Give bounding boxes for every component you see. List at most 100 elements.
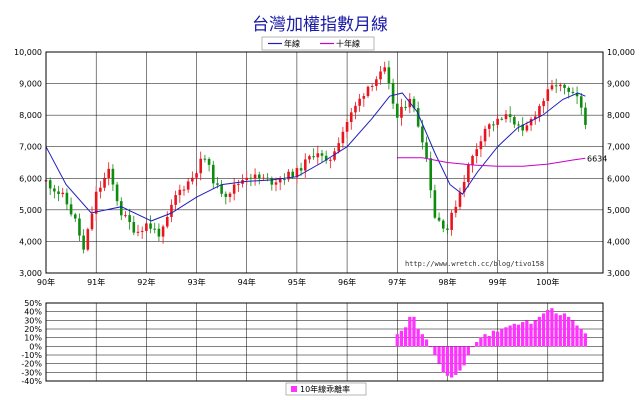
- deviation-bar: [454, 346, 458, 375]
- candle-body: [278, 179, 282, 183]
- candle-body: [207, 158, 211, 165]
- candle-body: [483, 128, 487, 142]
- y-tick-left: 4,000: [19, 237, 42, 246]
- candle-body: [546, 89, 550, 101]
- legend-label-annual: 年線: [284, 39, 300, 49]
- candle-body: [237, 183, 240, 185]
- deviation-bar: [412, 316, 416, 347]
- ten-year-line-series: [397, 157, 586, 167]
- deviation-bar: [571, 320, 575, 347]
- deviation-bar: [516, 324, 521, 347]
- candle-body: [186, 181, 190, 190]
- sub-legend: 10年線乖離率: [285, 382, 367, 396]
- candle-body: [149, 223, 152, 229]
- deviation-bar: [575, 325, 579, 347]
- y-tick-right: 3,000: [607, 269, 630, 278]
- candle-body: [211, 164, 215, 184]
- candle-body: [161, 226, 165, 237]
- candle-body: [337, 143, 341, 152]
- candle-body: [370, 85, 374, 87]
- sub-y-tick: 20%: [24, 325, 42, 334]
- x-tick-label: 98年: [438, 277, 456, 287]
- candle-body: [345, 121, 349, 132]
- deviation-bar: [441, 346, 445, 373]
- candle-body: [53, 188, 56, 192]
- candle-body: [90, 213, 94, 230]
- deviation-bar: [458, 346, 462, 371]
- deviation-bar: [449, 346, 454, 378]
- deviation-bar: [567, 316, 571, 347]
- candle-body: [61, 192, 65, 195]
- y-tick-right: 9,000: [607, 80, 630, 89]
- y-tick-right: 8,000: [607, 111, 630, 120]
- candle-body: [299, 168, 303, 171]
- y-tick-left: 5,000: [19, 206, 42, 215]
- candle-body: [57, 191, 60, 195]
- candle-body: [383, 67, 387, 72]
- sub-y-tick: 30%: [24, 316, 42, 325]
- candle-body: [563, 84, 566, 88]
- candle-body: [375, 79, 378, 86]
- candle-body: [132, 222, 136, 233]
- candle-body: [94, 191, 98, 214]
- x-tick-label: 97年: [388, 277, 406, 287]
- candle-body: [140, 230, 144, 232]
- x-tick-label: 95年: [288, 277, 306, 287]
- candle-body: [525, 125, 529, 131]
- candle-body: [145, 223, 148, 231]
- candle-body: [454, 206, 458, 213]
- main-x-ticks: 90年 91年 92年 93年 94年 95年 96年 97年 98年 99年 100年: [37, 277, 560, 287]
- candle-body: [224, 193, 228, 197]
- candle-body: [391, 82, 395, 104]
- candle-body: [165, 216, 169, 227]
- main-y-ticks-right: 3,000 4,000 5,000 6,000 7,000 8,000 9,000 10,00…: [607, 48, 635, 278]
- sub-y-tick: 0%: [29, 342, 42, 351]
- y-tick-left: 3,000: [19, 269, 42, 278]
- deviation-bar: [395, 334, 399, 347]
- candle-body: [228, 193, 232, 197]
- candle-body: [65, 192, 69, 205]
- candle-body: [450, 212, 453, 230]
- candle-body: [437, 217, 441, 221]
- candle-body: [513, 117, 516, 125]
- legend-label-deviation: 10年線乖離率: [300, 384, 350, 394]
- deviation-bar: [462, 346, 466, 366]
- deviation-bar: [533, 320, 537, 347]
- candle-body: [182, 189, 186, 191]
- candle-body: [203, 158, 207, 160]
- candle-body: [387, 67, 391, 83]
- x-tick-label: 93年: [187, 277, 205, 287]
- candle-body: [253, 174, 257, 179]
- candle-body: [571, 91, 575, 93]
- deviation-bar: [525, 320, 529, 347]
- x-tick-label: 91年: [87, 277, 105, 287]
- candle-body: [487, 124, 491, 129]
- candle-body: [492, 124, 495, 126]
- candle-body: [128, 215, 131, 223]
- candle-body: [508, 114, 512, 118]
- candle-body: [341, 131, 345, 144]
- candle-body: [496, 118, 499, 125]
- x-tick-label: 96年: [338, 277, 356, 287]
- deviation-bar: [550, 308, 554, 347]
- candle-body: [308, 156, 311, 160]
- candle-body: [274, 182, 278, 185]
- legend-swatch-deviation: [291, 386, 297, 392]
- candle-body: [170, 204, 173, 217]
- candle-body: [379, 71, 382, 80]
- candle-body: [191, 177, 194, 182]
- candle-body: [400, 106, 403, 118]
- main-legend: 年線 十年線: [261, 36, 375, 51]
- x-tick-label: 92年: [137, 277, 155, 287]
- deviation-bar: [546, 309, 550, 347]
- deviation-bar: [583, 333, 587, 347]
- candle-body: [362, 96, 366, 99]
- watermark-url: http://www.wretch.cc/blog/tivo158: [405, 260, 544, 268]
- candle-body: [86, 229, 90, 250]
- candle-body: [216, 183, 219, 185]
- candle-body: [320, 153, 324, 156]
- y-tick-left: 6,000: [19, 174, 42, 183]
- sub-y-tick: 50%: [24, 299, 42, 308]
- candle-body: [329, 159, 332, 161]
- deviation-bar: [437, 346, 441, 364]
